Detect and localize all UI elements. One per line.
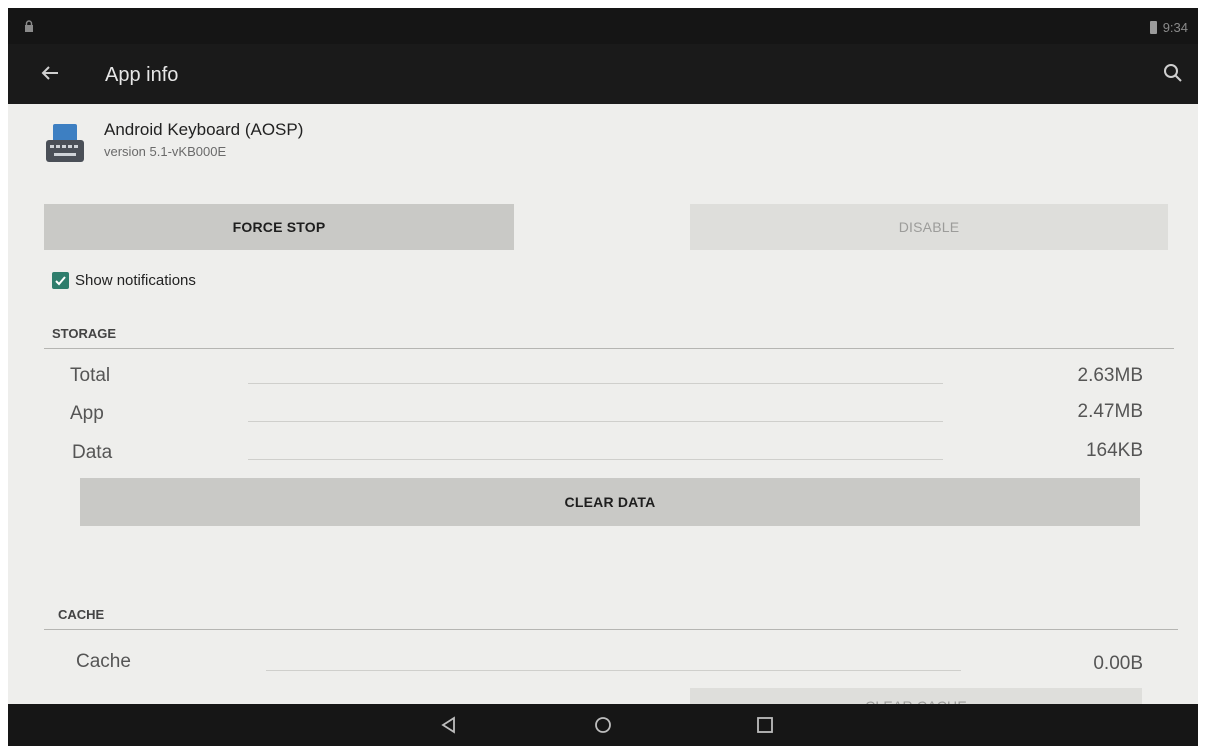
show-notifications-label: Show notifications — [75, 272, 196, 289]
show-notifications-checkbox[interactable] — [52, 272, 69, 289]
storage-total-line — [248, 383, 943, 384]
storage-app-value: 2.47MB — [1077, 401, 1143, 422]
status-time: 9:34 — [1162, 20, 1188, 35]
nav-back-icon[interactable] — [438, 714, 460, 736]
search-icon[interactable] — [1162, 62, 1184, 84]
cache-value: 0.00B — [1093, 653, 1143, 674]
app-toolbar: App info — [8, 44, 1198, 104]
nav-recents-icon[interactable] — [754, 714, 776, 736]
storage-total-value: 2.63MB — [1077, 365, 1143, 386]
app-name: Android Keyboard (AOSP) — [104, 120, 304, 139]
back-arrow-icon[interactable] — [38, 61, 62, 85]
force-stop-button[interactable]: FORCE STOP — [44, 204, 514, 250]
battery-icon — [1149, 21, 1157, 34]
clear-data-button[interactable]: CLEAR DATA — [80, 478, 1140, 526]
keyboard-app-icon — [46, 124, 84, 162]
page-title: App info — [105, 64, 179, 86]
lock-icon — [25, 20, 33, 32]
navigation-bar — [8, 704, 1198, 746]
nav-home-icon[interactable] — [592, 714, 614, 736]
storage-heading: STORAGE — [52, 326, 117, 341]
status-bar: 9:34 — [8, 8, 1198, 44]
storage-app-label: App — [70, 403, 104, 424]
cache-line — [266, 670, 961, 671]
cache-label: Cache — [76, 651, 131, 672]
storage-data-value: 164KB — [1085, 440, 1143, 461]
storage-data-line — [248, 459, 943, 460]
device-screen: 9:34 App info Android Keyboard (AOSP) ve… — [8, 8, 1198, 746]
app-version: version 5.1-vKB000E — [104, 144, 227, 159]
storage-total-label: Total — [70, 365, 111, 386]
app-info-content: Android Keyboard (AOSP) version 5.1-vKB0… — [8, 104, 1198, 728]
check-icon — [55, 276, 66, 286]
storage-divider — [44, 348, 1174, 349]
storage-data-label: Data — [72, 442, 113, 463]
app-header: Android Keyboard (AOSP) version 5.1-vKB0… — [44, 114, 303, 164]
cache-heading: CACHE — [58, 607, 105, 622]
disable-button[interactable]: DISABLE — [690, 204, 1168, 250]
storage-app-line — [248, 421, 943, 422]
cache-divider — [44, 629, 1178, 630]
show-notifications-row[interactable]: Show notifications — [52, 272, 196, 289]
